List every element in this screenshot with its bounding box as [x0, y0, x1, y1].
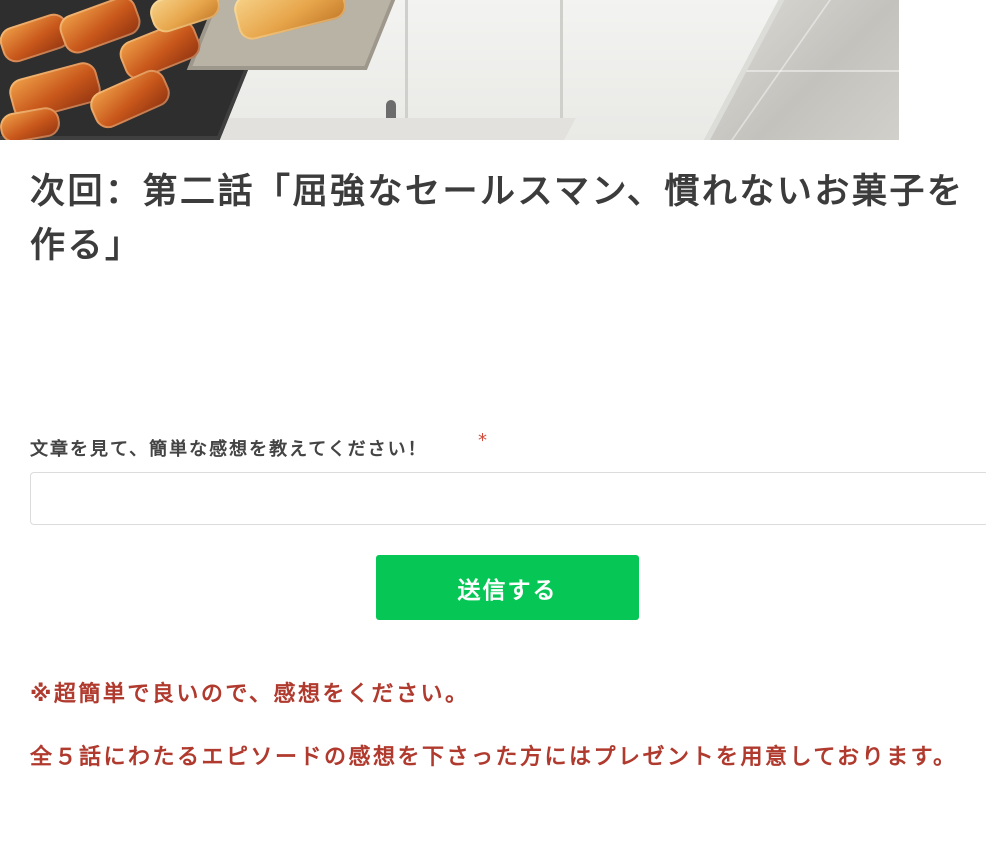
feedback-note: ※超簡単で良いので、感想をください。 — [30, 682, 470, 707]
next-episode-title: 次回：第二話「屈強なセールスマン、慣れないお菓子を作る」 — [30, 172, 965, 266]
feedback-label: 文章を見て、簡単な感想を教えてください！ — [30, 439, 428, 460]
submit-button[interactable]: 送信する — [376, 555, 639, 620]
feedback-input[interactable] — [30, 472, 986, 525]
hero-photo — [0, 0, 899, 140]
present-note: 全５話にわたるエピソードの感想を下さった方にはプレゼントを用意しております。 — [30, 745, 958, 770]
required-asterisk: * — [478, 430, 487, 451]
